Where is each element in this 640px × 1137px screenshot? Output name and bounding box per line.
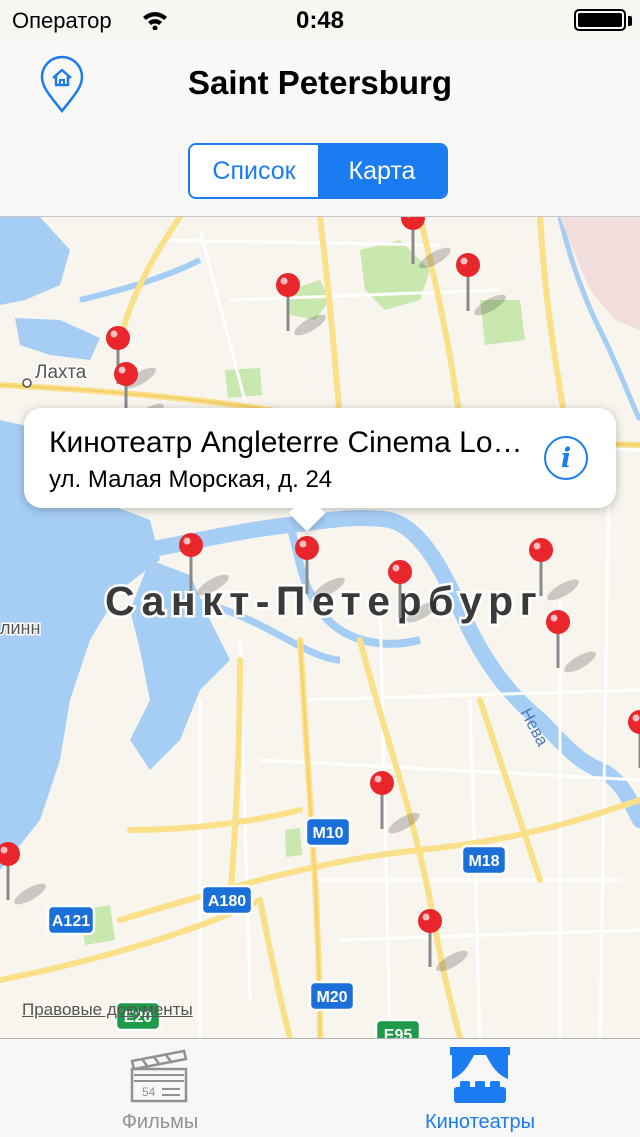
clapperboard-icon: 54 (130, 1049, 188, 1103)
road-shield-m20: M20 (308, 980, 356, 1012)
tab-cinemas[interactable]: Кинотеатры (320, 1039, 640, 1137)
svg-text:M10: M10 (312, 825, 343, 842)
segment-map[interactable]: Карта (318, 145, 446, 197)
tab-films-label: Фильмы (121, 1111, 199, 1133)
map-canvas[interactable]: Лахта линн Нева Санкт-Петербург M10 M18 … (0, 217, 640, 1038)
battery-icon (574, 9, 626, 31)
battery-tip (628, 16, 632, 26)
tab-bar: 54 Фильмы Кинотеатры (0, 1038, 640, 1137)
lakhta-dot (22, 378, 32, 388)
road-shield-m18: M18 (460, 844, 508, 876)
tab-cinemas-label: Кинотеатры (425, 1111, 535, 1133)
tab-films[interactable]: 54 Фильмы (0, 1039, 320, 1137)
callout-address: ул. Малая Морская, д. 24 (49, 466, 333, 493)
status-time: 0:48 (295, 7, 345, 34)
segment-list[interactable]: Список (190, 145, 318, 197)
place-label-lakhta: Лахта (35, 362, 87, 383)
place-label-linn: линн (0, 618, 40, 638)
theater-icon (450, 1047, 510, 1103)
cinema-callout[interactable]: Кинотеатр Angleterre Cinema Lounge ул. М… (24, 408, 616, 532)
svg-text:54: 54 (142, 1085, 156, 1099)
road-shield-a180: A180 (200, 884, 254, 916)
navigation-bar: Saint Petersburg Список Карта (0, 40, 640, 217)
view-mode-segmented-control[interactable]: Список Карта (188, 143, 448, 199)
svg-text:M20: M20 (316, 989, 347, 1006)
svg-text:E95: E95 (384, 1027, 413, 1038)
battery-level (578, 13, 622, 27)
status-bar: Оператор 0:48 (0, 0, 640, 40)
road-shield-a121: A121 (46, 904, 96, 936)
road-shield-e95: E95 (374, 1018, 422, 1038)
road-shield-m10: M10 (304, 816, 352, 848)
svg-text:M18: M18 (468, 853, 499, 870)
svg-text:A180: A180 (208, 893, 246, 910)
legal-link[interactable]: Правовые документы (22, 1000, 193, 1020)
map-view[interactable]: Лахта линн Нева Санкт-Петербург M10 M18 … (0, 217, 640, 1038)
svg-text:A121: A121 (52, 913, 90, 930)
page-title: Saint Petersburg (187, 64, 453, 101)
callout-title: Кинотеатр Angleterre Cinema Lounge (49, 426, 529, 459)
info-icon[interactable]: i (544, 436, 588, 480)
park (285, 828, 302, 857)
